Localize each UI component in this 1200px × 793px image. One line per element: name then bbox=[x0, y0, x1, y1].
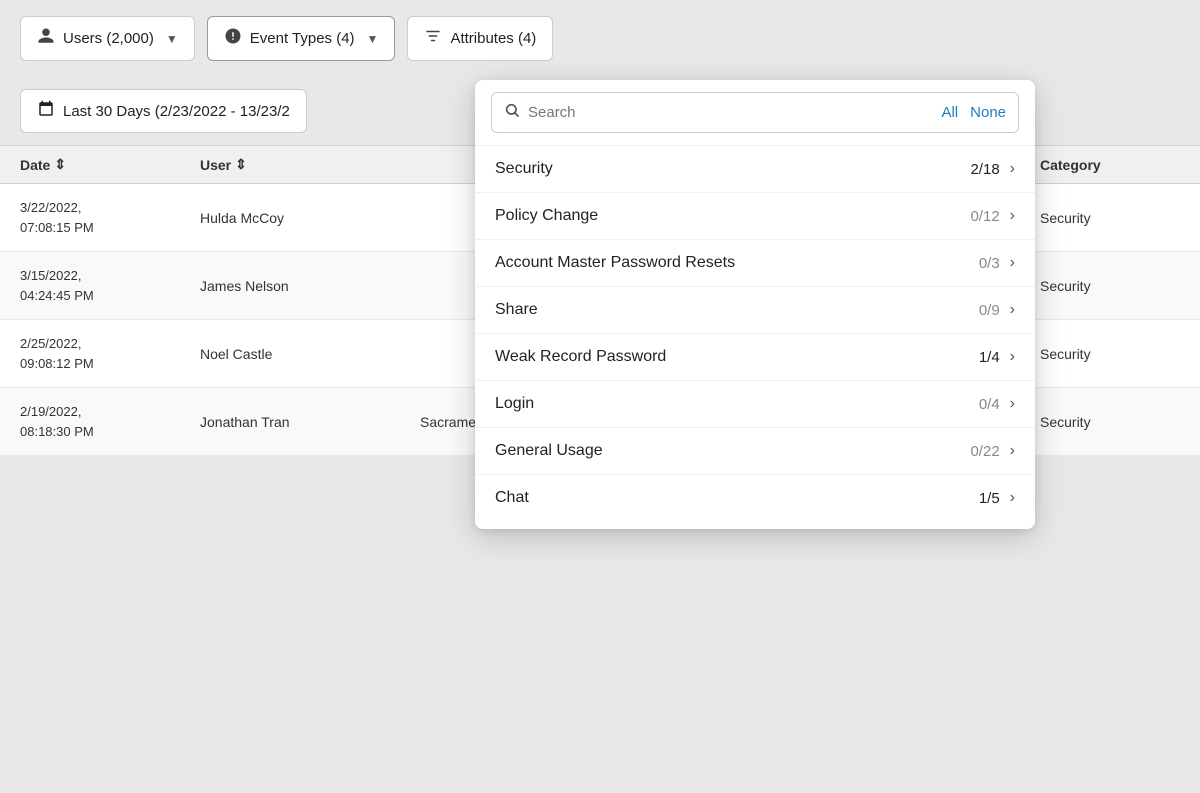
chevron-right-icon: › bbox=[1010, 489, 1015, 507]
event-count: 1/4 bbox=[979, 349, 1000, 366]
person-icon bbox=[37, 27, 55, 50]
date-range-btn[interactable]: Last 30 Days (2/23/2022 - 13/23/2 bbox=[20, 89, 307, 133]
chevron-right-icon: › bbox=[1010, 207, 1015, 225]
user-cell: Jonathan Tran bbox=[200, 414, 420, 430]
col-category: Category bbox=[1040, 156, 1180, 173]
all-none-area: All None bbox=[941, 104, 1018, 121]
event-right: 0/4 › bbox=[979, 395, 1015, 413]
all-link[interactable]: All bbox=[941, 104, 958, 121]
col-date-label: Date bbox=[20, 157, 50, 173]
event-type-item[interactable]: General Usage 0/22 › bbox=[475, 428, 1035, 475]
chevron-right-icon: › bbox=[1010, 301, 1015, 319]
search-row: All None bbox=[491, 92, 1019, 133]
event-types-chevron-icon: ▼ bbox=[367, 32, 379, 46]
event-right: 1/4 › bbox=[979, 348, 1015, 366]
event-right: 0/12 › bbox=[970, 207, 1015, 225]
event-type-name: Policy Change bbox=[495, 207, 598, 225]
category-cell: Security bbox=[1040, 278, 1180, 294]
dropdown-search-container: All None bbox=[475, 80, 1035, 146]
calendar-icon bbox=[37, 100, 55, 122]
category-cell: Security bbox=[1040, 346, 1180, 362]
attributes-filter-btn[interactable]: Attributes (4) bbox=[407, 16, 553, 61]
event-type-name: General Usage bbox=[495, 442, 603, 460]
event-type-name: Chat bbox=[495, 489, 529, 507]
date-cell: 3/15/2022,04:24:45 PM bbox=[20, 266, 200, 305]
filter-bar: Users (2,000) ▼ Event Types (4) ▼ Attrib… bbox=[0, 0, 1200, 77]
event-right: 1/5 › bbox=[979, 489, 1015, 507]
col-user-label: User bbox=[200, 157, 231, 173]
user-cell: Hulda McCoy bbox=[200, 210, 420, 226]
attributes-filter-label: Attributes (4) bbox=[450, 30, 536, 47]
search-input[interactable] bbox=[528, 104, 929, 121]
col-category-label: Category bbox=[1040, 157, 1101, 173]
chevron-right-icon: › bbox=[1010, 254, 1015, 272]
event-count: 1/5 bbox=[979, 490, 1000, 507]
event-count: 0/12 bbox=[970, 208, 999, 225]
category-cell: Security bbox=[1040, 414, 1180, 430]
event-type-name: Account Master Password Resets bbox=[495, 254, 735, 272]
date-cell: 2/19/2022,08:18:30 PM bbox=[20, 402, 200, 441]
chevron-right-icon: › bbox=[1010, 160, 1015, 178]
chevron-right-icon: › bbox=[1010, 395, 1015, 413]
event-count: 0/3 bbox=[979, 255, 1000, 272]
event-type-name: Share bbox=[495, 301, 538, 319]
search-icon bbox=[504, 102, 520, 123]
event-count: 0/22 bbox=[970, 443, 999, 460]
event-count: 0/4 bbox=[979, 396, 1000, 413]
event-type-item[interactable]: Share 0/9 › bbox=[475, 287, 1035, 334]
event-types-filter-label: Event Types (4) bbox=[250, 30, 355, 47]
event-type-item[interactable]: Policy Change 0/12 › bbox=[475, 193, 1035, 240]
sort-icon-user: ⇕ bbox=[235, 156, 247, 173]
date-range-label: Last 30 Days (2/23/2022 - 13/23/2 bbox=[63, 103, 290, 120]
users-chevron-icon: ▼ bbox=[166, 32, 178, 46]
event-type-item[interactable]: Login 0/4 › bbox=[475, 381, 1035, 428]
event-type-item[interactable]: Security 2/18 › bbox=[475, 146, 1035, 193]
date-cell: 2/25/2022,09:08:12 PM bbox=[20, 334, 200, 373]
event-type-name: Weak Record Password bbox=[495, 348, 666, 366]
event-type-list: Security 2/18 › Policy Change 0/12 › Acc… bbox=[475, 146, 1035, 521]
event-right: 0/9 › bbox=[979, 301, 1015, 319]
event-count: 0/9 bbox=[979, 302, 1000, 319]
date-cell: 3/22/2022,07:08:15 PM bbox=[20, 198, 200, 237]
event-type-item[interactable]: Chat 1/5 › bbox=[475, 475, 1035, 521]
event-types-filter-btn[interactable]: Event Types (4) ▼ bbox=[207, 16, 396, 61]
event-count: 2/18 bbox=[970, 161, 999, 178]
event-type-name: Security bbox=[495, 160, 553, 178]
user-cell: James Nelson bbox=[200, 278, 420, 294]
sort-icon-date: ⇕ bbox=[54, 156, 66, 173]
search-input-area bbox=[492, 93, 941, 132]
col-date[interactable]: Date ⇕ bbox=[20, 156, 200, 173]
event-right: 0/3 › bbox=[979, 254, 1015, 272]
chevron-right-icon: › bbox=[1010, 442, 1015, 460]
event-right: 0/22 › bbox=[970, 442, 1015, 460]
event-types-dropdown: All None Security 2/18 › Policy Change 0… bbox=[475, 80, 1035, 529]
users-filter-btn[interactable]: Users (2,000) ▼ bbox=[20, 16, 195, 61]
users-filter-label: Users (2,000) bbox=[63, 30, 154, 47]
chevron-right-icon: › bbox=[1010, 348, 1015, 366]
event-type-item[interactable]: Account Master Password Resets 0/3 › bbox=[475, 240, 1035, 287]
none-link[interactable]: None bbox=[970, 104, 1006, 121]
event-type-item[interactable]: Weak Record Password 1/4 › bbox=[475, 334, 1035, 381]
category-cell: Security bbox=[1040, 210, 1180, 226]
col-user[interactable]: User ⇕ bbox=[200, 156, 420, 173]
event-right: 2/18 › bbox=[970, 160, 1015, 178]
user-cell: Noel Castle bbox=[200, 346, 420, 362]
event-type-name: Login bbox=[495, 395, 534, 413]
filter-icon bbox=[424, 27, 442, 50]
alert-icon bbox=[224, 27, 242, 50]
